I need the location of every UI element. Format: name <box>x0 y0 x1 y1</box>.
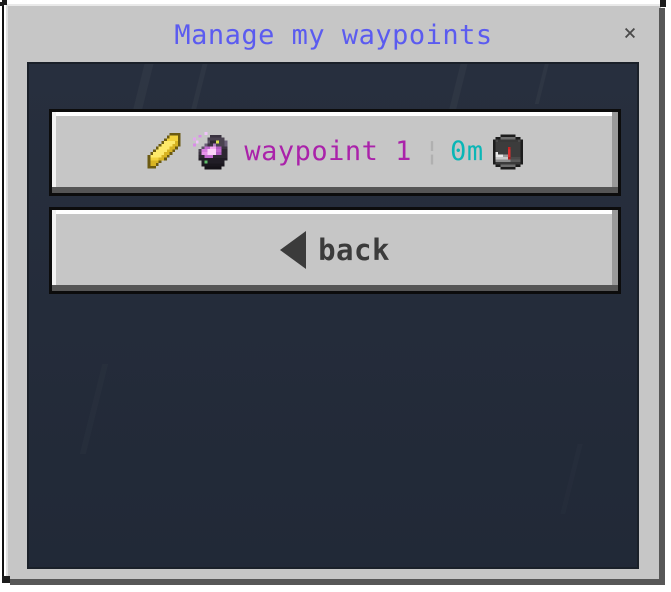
background-streak <box>535 64 551 104</box>
waypoint-name: waypoint 1 <box>244 135 412 167</box>
background-streak <box>560 444 582 514</box>
waypoint-manager-window: Manage my waypoints × waypoint 1 ¦ 0m ba… <box>0 0 671 592</box>
window-frame: Manage my waypoints × waypoint 1 ¦ 0m ba… <box>6 4 661 580</box>
pencil-icon[interactable] <box>142 130 186 174</box>
window-corner-bottom-left <box>2 576 10 583</box>
window-shadow-bottom <box>10 579 665 585</box>
window-left-edge <box>2 4 4 578</box>
window-shadow-right <box>659 8 665 585</box>
left-triangle-icon <box>280 230 307 269</box>
window-title: Manage my waypoints <box>174 20 493 51</box>
back-button[interactable]: back <box>49 207 621 294</box>
window-corner-top-left-2 <box>0 2 4 6</box>
waypoint-list: waypoint 1 ¦ 0m back <box>49 109 621 294</box>
waypoint-list-item[interactable]: waypoint 1 ¦ 0m <box>49 109 621 196</box>
compass-icon <box>488 132 528 172</box>
content-panel: waypoint 1 ¦ 0m back <box>27 62 639 569</box>
close-icon: × <box>623 21 637 46</box>
waypoint-separator: ¦ <box>423 135 441 167</box>
back-button-label: back <box>318 232 390 267</box>
window-corner-top-right <box>660 0 666 7</box>
button-highlight-top <box>52 112 618 116</box>
enchanted-beacon-icon <box>190 129 236 175</box>
button-shadow-bottom <box>52 285 618 291</box>
back-button-content: back <box>52 230 618 271</box>
title-bar: Manage my waypoints × <box>8 6 659 58</box>
waypoint-row-content: waypoint 1 ¦ 0m <box>52 129 618 177</box>
background-streak <box>80 364 108 454</box>
close-button[interactable]: × <box>619 23 641 45</box>
button-shadow-bottom <box>52 187 618 193</box>
button-highlight-top <box>52 210 618 214</box>
waypoint-distance: 0m <box>450 135 484 167</box>
